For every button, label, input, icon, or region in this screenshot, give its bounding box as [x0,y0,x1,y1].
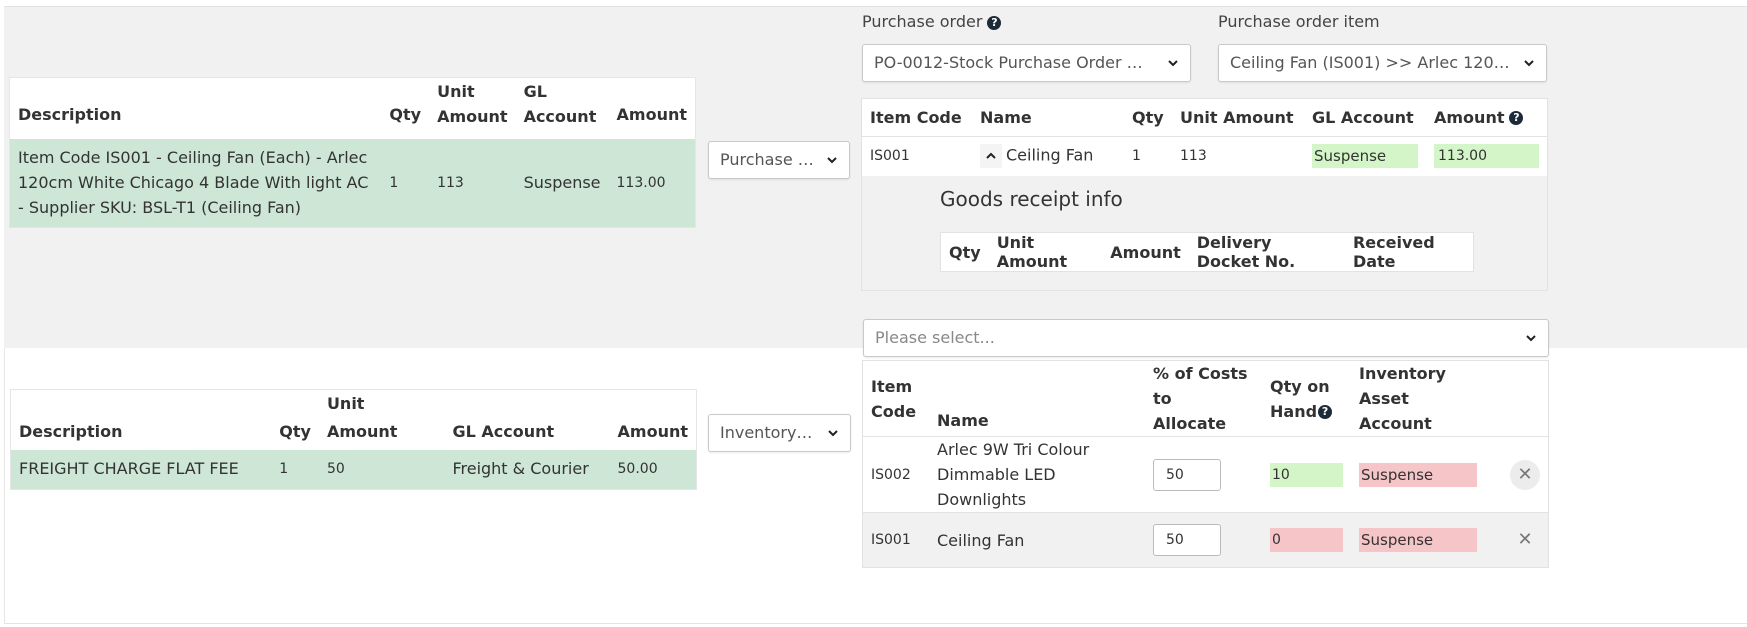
table-row[interactable]: FREIGHT CHARGE FLAT FEE 1 50 Freight & C… [10,450,697,489]
row-actions: ✕ [1485,437,1549,513]
allocation-table: Item Code Name % of Costs to Allocate Qty … [862,360,1549,568]
table-row: IS002 Arlec 9W Tri Colour Dimmable LED D… [862,437,1549,513]
row-item-code: IS001 [871,532,911,548]
row-unit-amount: 50 [318,450,445,489]
col-gl-account: GL Account [452,422,555,441]
col-unit-amount: Unit Amount [437,81,508,126]
row-inventory-account: Suspense [1351,513,1485,568]
purchase-order-item-label: Purchase order item [1218,12,1380,31]
row-description: FREIGHT CHARGE FLAT FEE [10,450,272,489]
col-amount: Amount [1110,242,1181,262]
table-row[interactable]: Item Code IS001 - Ceiling Fan (Each) - A… [9,138,696,228]
col-description: Description [18,104,122,124]
col-gl-account: GL Account [523,81,597,126]
row-item-code: IS002 [871,466,911,483]
inventory-cost-allocation-panel: Description Qty Unit Amount GL Account A… [4,319,1747,624]
chevron-down-icon [1168,60,1178,67]
row-gl-account: Suspense [515,138,609,228]
row-unit-amount: 113 [1180,148,1207,165]
col-amount: Amount? [1426,99,1547,136]
row-qty: 1 [271,450,319,489]
goods-receipt-table: Qty Unit Amount Amount Delivery Docket N… [940,232,1474,272]
row-qty-on-hand: 0 [1262,513,1351,568]
col-received-date: Received Date [1352,233,1435,271]
col-inventory-asset-account: Inventory Asset Account [1359,364,1446,433]
row-qty: 1 [381,138,430,228]
bill-line-table: Description Qty Unit Amount GL Account Amo… [9,77,696,228]
table-row: IS001 Ceiling Fan 1 113 Suspense 113.00 [862,136,1547,176]
row-amount: 50.00 [609,450,697,489]
col-item-code: Item Code [870,107,962,127]
col-unit-amount: Unit Amount [996,233,1068,271]
col-qty: Qty [279,422,311,441]
col-qty: Qty [1132,107,1164,127]
col-unit-amount: Unit Amount [326,394,398,441]
help-icon[interactable]: ? [1509,111,1524,126]
row-amount: 113.00 [608,138,696,228]
col-name: Name [937,411,989,430]
row-name: Ceiling Fan [972,136,1124,176]
purchase-order-label: Purchase order? [862,12,1002,31]
help-icon[interactable]: ? [1318,405,1333,419]
po-item-table: Item Code Name Qty Unit Amount GL Accoun… [862,99,1547,176]
col-item-code: Item Code [871,376,917,421]
row-description: Item Code IS001 - Ceiling Fan (Each) - A… [9,138,382,228]
col-qty-on-hand: Qty on Hand? [1262,361,1351,437]
col-gl-account: GL Account [1312,107,1414,127]
col-amount: Amount [616,104,687,124]
pct-allocate-input[interactable]: 50 [1153,524,1221,556]
chevron-down-icon [827,157,837,164]
col-name: Name [980,107,1032,127]
col-qty: Qty [949,242,981,262]
row-qty: 1 [1132,148,1141,165]
col-unit-amount: Unit Amount [1180,107,1294,127]
row-qty-on-hand: 10 [1262,437,1351,513]
purchase-order-item-select[interactable]: Ceiling Fan (IS001) >> Arlec 120cm Whit.… [1218,44,1547,82]
row-actions: ✕ [1485,513,1549,568]
row-inventory-account: Suspense [1351,437,1485,513]
row-name: Ceiling Fan [937,530,1025,550]
row-gl-account: Suspense [1304,136,1426,176]
col-amount: Amount [617,422,688,441]
col-qty: Qty [389,104,422,124]
col-delivery-docket: Delivery Docket No. [1196,233,1296,271]
purchase-order-select[interactable]: PO-0012-Stock Purchase Order + J0000... [862,44,1191,82]
purchase-order-match-panel: Description Qty Unit Amount GL Account Amo… [4,6,1747,349]
close-icon[interactable]: ✕ [1510,525,1540,555]
col-actions [1485,361,1549,437]
col-description: Description [19,422,123,441]
row-name: Arlec 9W Tri Colour Dimmable LED Downlig… [937,440,1090,509]
row-amount: 113.00 [1426,136,1547,176]
row-gl-account: Freight & Courier [444,450,610,489]
goods-receipt-title: Goods receipt info [940,187,1123,211]
help-icon[interactable]: ? [987,15,1002,30]
inventory-item-select[interactable]: Please select... [863,319,1549,357]
po-item-card: Item Code Name Qty Unit Amount GL Accoun… [861,98,1548,291]
close-icon[interactable]: ✕ [1510,459,1540,490]
row-unit-amount: 113 [429,138,516,228]
chevron-up-icon[interactable] [980,144,1002,169]
match-type-select[interactable]: Purchase or... [708,141,850,179]
pct-allocate-input[interactable]: 50 [1153,458,1221,491]
col-pct-allocate: % of Costs to Allocate [1153,364,1248,433]
match-type-select[interactable]: Inventory co... [708,414,851,452]
row-item-code: IS001 [870,148,910,165]
row-pct: 50 [1145,437,1262,513]
chevron-down-icon [1524,60,1534,67]
bill-line-table: Description Qty Unit Amount GL Account A… [10,389,697,490]
table-row: IS001 Ceiling Fan 50 0 Suspense ✕ [862,512,1549,568]
chevron-down-icon [828,430,838,437]
chevron-down-icon [1526,335,1536,342]
row-pct: 50 [1145,513,1262,568]
